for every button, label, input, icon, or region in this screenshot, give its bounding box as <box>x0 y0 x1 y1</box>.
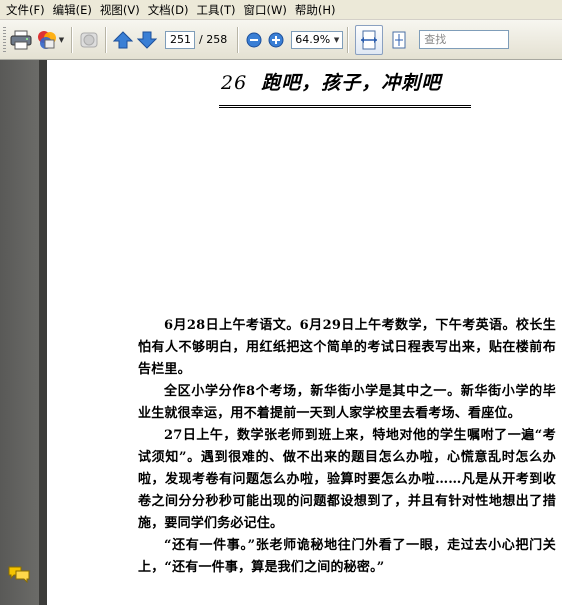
fit-page-icon <box>392 31 406 48</box>
zoom-in-icon <box>268 32 284 47</box>
share-button[interactable]: ▼ <box>33 27 67 53</box>
navigation-pane <box>0 60 39 605</box>
previous-page-icon <box>113 30 133 48</box>
paragraph: 6月28日上午考语文。6月29日上午考数学，下午考英语。校长生怕有人不够明白，用… <box>138 318 556 377</box>
toolbar-separator <box>105 26 107 53</box>
document-page: 26 跑吧，孩子，冲刺吧 6月28日上午考语文。6月29日上午考数学，下午考英语。… <box>47 60 562 605</box>
comments-icon <box>8 566 30 584</box>
navigation-pane-divider[interactable] <box>39 60 47 605</box>
toolbar-grip[interactable] <box>3 26 6 53</box>
page-total-label: / 258 <box>199 33 228 46</box>
page-number-input[interactable]: 251 <box>165 30 195 49</box>
menu-view[interactable]: 视图(V) <box>96 2 144 18</box>
menu-edit[interactable]: 编辑(E) <box>49 2 96 18</box>
zoom-in-button[interactable] <box>265 27 287 53</box>
menu-window[interactable]: 窗口(W) <box>240 2 291 18</box>
chevron-down-icon[interactable]: ▼ <box>334 32 339 48</box>
fit-width-button[interactable] <box>355 24 384 55</box>
body-text: 6月28日上午考语文。6月29日上午考数学，下午考英语。校长生怕有人不够明白，用… <box>138 315 556 579</box>
menu-help[interactable]: 帮助(H) <box>291 2 340 18</box>
toolbar-separator <box>347 26 350 53</box>
next-page-icon <box>137 31 157 49</box>
menu-bar: 文件(F) 编辑(E) 视图(V) 文档(D) 工具(T) 窗口(W) 帮助(H… <box>0 0 562 20</box>
paragraph: 27日上午，数学张老师到班上来，特地对他的学生嘱咐了一遍“考试须知”。遇到很难的… <box>138 428 556 531</box>
hand-tool-button[interactable] <box>77 27 101 53</box>
zoom-level-value: 64.9% <box>295 32 331 46</box>
toolbar-separator <box>237 26 240 53</box>
toolbar-separator <box>71 26 73 53</box>
chapter-number: 26 <box>221 72 248 94</box>
zoom-out-icon <box>246 32 262 47</box>
title-rule <box>219 105 471 108</box>
next-page-button[interactable] <box>135 27 159 53</box>
print-icon <box>10 30 32 49</box>
previous-page-button[interactable] <box>111 27 135 53</box>
share-icon <box>37 30 56 49</box>
chapter-title: 跑吧，孩子，冲刺吧 <box>261 72 442 94</box>
fit-width-icon <box>361 30 378 49</box>
search-input[interactable]: 查找 <box>419 30 510 49</box>
paragraph: 全区小学分作8个考场，新华街小学是其中之一。新华街小学的毕业生就很幸运，用不着提… <box>138 384 556 421</box>
zoom-level-select[interactable]: 64.9% ▼ <box>291 30 344 49</box>
paragraph: “还有一件事。”张老师诡秘地往门外看了一眼，走过去小心把门关上，“还有一件事，算… <box>138 538 556 575</box>
toolbar: ▼ 251 / 258 64.9% ▼ 查找 <box>0 20 562 60</box>
chevron-down-icon: ▼ <box>58 35 65 44</box>
print-button[interactable] <box>9 27 33 53</box>
chapter-heading: 26 跑吧，孩子，冲刺吧 <box>221 68 441 95</box>
comments-button[interactable] <box>8 565 30 586</box>
menu-tools[interactable]: 工具(T) <box>193 2 240 18</box>
fit-page-button[interactable] <box>385 27 413 53</box>
hand-tool-icon <box>80 32 98 47</box>
menu-document[interactable]: 文档(D) <box>144 2 193 18</box>
menu-file[interactable]: 文件(F) <box>0 2 49 18</box>
zoom-out-button[interactable] <box>243 27 265 53</box>
